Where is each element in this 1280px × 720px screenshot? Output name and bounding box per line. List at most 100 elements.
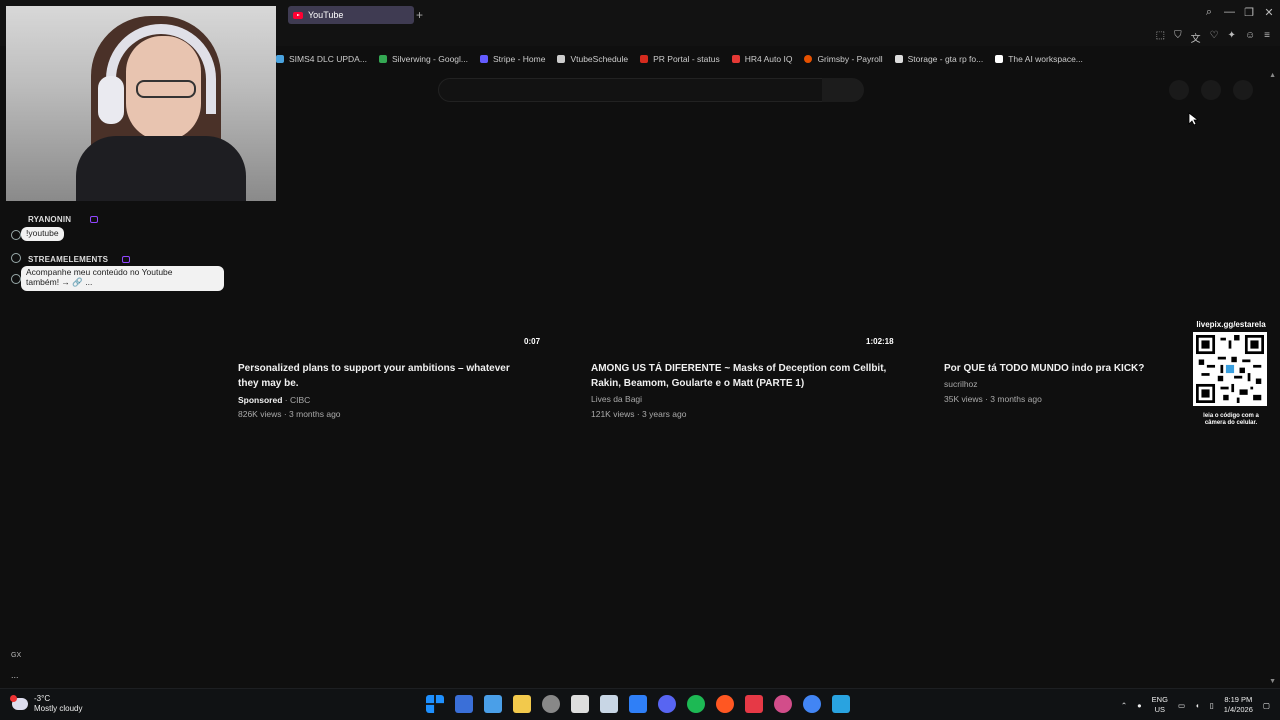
temperature: -3°C — [34, 694, 51, 703]
bookmark-item[interactable]: The AI workspace... — [995, 54, 1083, 64]
app-icon[interactable] — [832, 695, 850, 713]
bookmark-favicon-icon — [894, 55, 903, 63]
app-icon[interactable] — [542, 695, 560, 713]
network-icon[interactable]: ▭ — [1178, 701, 1185, 710]
youtube-logo-icon — [293, 11, 303, 19]
history-icon[interactable] — [11, 230, 21, 240]
search-icon[interactable]: ⌕ — [1204, 6, 1214, 19]
chat-badge-icon — [90, 216, 98, 223]
chat-username: STREAMELEMENTS — [28, 255, 109, 264]
search-button[interactable] — [822, 78, 864, 102]
app-icon[interactable] — [629, 695, 647, 713]
bookmark-item[interactable]: SIMS4 DLC UPDA... — [276, 54, 367, 64]
scroll-up-icon[interactable]: ▲ — [1269, 72, 1276, 79]
video-channel[interactable]: Lives da Bagi — [591, 392, 642, 407]
app-icon[interactable] — [484, 695, 502, 713]
opera-gx-icon[interactable] — [774, 695, 792, 713]
extensions-icon[interactable]: ✦ — [1228, 30, 1236, 45]
qr-overlay: livepix.gg/estarela leia o código com a … — [1193, 320, 1269, 427]
bookmark-favicon-icon — [995, 55, 1004, 63]
app-icon[interactable] — [455, 695, 473, 713]
bookmark-favicon-icon — [804, 55, 813, 63]
settings-icon[interactable] — [11, 274, 21, 284]
weather-condition: Mostly cloudy — [34, 704, 83, 713]
file-explorer-icon[interactable] — [513, 695, 531, 713]
video-title[interactable]: Personalized plans to support your ambit… — [238, 362, 568, 391]
chat-username: RYANONIN — [28, 215, 72, 224]
star-icon[interactable] — [11, 253, 21, 263]
start-icon[interactable] — [426, 695, 444, 713]
heart-icon[interactable]: ♡ — [1210, 30, 1219, 45]
clock[interactable]: 8:19 PM 1/4/2026 — [1224, 695, 1253, 715]
video-stats: 121K views · 3 years ago — [591, 409, 687, 419]
microphone-icon[interactable]: ● — [1137, 701, 1142, 710]
taskbar: -3°C Mostly cloudy ⌃ ● ENG US ▭ ◖ ▯ 8:19… — [0, 688, 1280, 720]
bookmark-favicon-icon — [640, 55, 649, 63]
window-controls: ⌕ — ❐ ✕ — [1204, 6, 1274, 19]
snapshot-icon[interactable]: ⬚ — [1156, 30, 1165, 45]
video-title[interactable]: Por QUE tá TODO MUNDO indo pra KICK? — [944, 362, 1184, 377]
chrome-icon[interactable] — [803, 695, 821, 713]
cloud-icon — [10, 695, 28, 710]
toolbar-icons: ⬚ ⛉ 文 ♡ ✦ ☺ ≡ — [1156, 30, 1270, 45]
create-icon[interactable] — [1169, 80, 1189, 100]
bookmark-item[interactable]: Storage - gta rp fo... — [894, 54, 983, 64]
bookmark-item[interactable]: Grimsby - Payroll — [804, 54, 883, 64]
translate-icon[interactable]: 文 — [1191, 30, 1201, 45]
profile-icon[interactable]: ☺ — [1245, 30, 1255, 45]
taskbar-apps — [426, 695, 850, 713]
search-input[interactable] — [438, 78, 823, 102]
scroll-down-icon[interactable]: ▼ — [1269, 678, 1276, 685]
discord-icon[interactable] — [658, 695, 676, 713]
steam-icon[interactable] — [600, 695, 618, 713]
bookmark-item[interactable]: HR4 Auto IQ — [731, 54, 792, 64]
chevron-up-icon[interactable]: ⌃ — [1121, 701, 1127, 710]
menu-icon[interactable]: ≡ — [1264, 30, 1270, 45]
bookmark-favicon-icon — [480, 55, 488, 63]
volume-icon[interactable]: ◖ — [1195, 701, 1200, 710]
qr-label: livepix.gg/estarela — [1196, 320, 1266, 329]
system-tray: ⌃ ● ENG US ▭ ◖ ▯ 8:19 PM 1/4/2026 ▢ — [1121, 695, 1270, 715]
mouse-cursor-icon — [1188, 112, 1198, 126]
bookmark-item[interactable]: Stripe - Home — [480, 54, 545, 64]
app-icon[interactable] — [571, 695, 589, 713]
weather-widget[interactable]: -3°C Mostly cloudy — [10, 694, 83, 714]
bookmark-item[interactable]: PR Portal - status — [640, 54, 720, 64]
chat-message: !youtube — [21, 227, 64, 241]
bookmark-item[interactable]: Silverwing - Googl... — [378, 54, 468, 64]
new-tab-button[interactable]: + — [416, 8, 423, 22]
qr-code-icon — [1193, 332, 1267, 406]
more-icon[interactable]: ... — [11, 670, 19, 680]
notification-icon[interactable]: ▢ — [1263, 701, 1270, 710]
alert-badge — [10, 695, 17, 702]
shield-icon[interactable]: ⛉ — [1174, 30, 1182, 45]
avatar[interactable] — [1233, 80, 1253, 100]
bookmark-favicon-icon — [557, 55, 566, 63]
tab-youtube[interactable]: YouTube — [288, 6, 414, 24]
video-stats: 35K views · 3 months ago — [944, 394, 1042, 404]
restore-icon[interactable]: ❐ — [1244, 6, 1254, 19]
chat-message: Acompanhe meu conteúdo no Youtube também… — [21, 266, 224, 291]
video-duration: 0:07 — [524, 337, 541, 346]
language-indicator[interactable]: ENG US — [1152, 695, 1168, 715]
app-icon[interactable] — [716, 695, 734, 713]
video-channel[interactable]: Sponsored · CIBC — [238, 393, 310, 408]
video-stats: 826K views · 3 months ago — [238, 409, 341, 419]
chat-badge-icon — [122, 256, 130, 263]
battery-icon[interactable]: ▯ — [1210, 701, 1214, 710]
sponsored-label: Sponsored — [238, 395, 283, 405]
notifications-icon[interactable] — [1201, 80, 1221, 100]
app-icon[interactable] — [745, 695, 763, 713]
video-channel[interactable]: sucrilhoz — [944, 377, 978, 392]
close-icon[interactable]: ✕ — [1264, 6, 1274, 19]
video-title[interactable]: AMONG US TÁ DIFERENTE ~ Masks of Decepti… — [591, 362, 921, 391]
gx-label[interactable]: GX — [11, 652, 21, 659]
spotify-icon[interactable] — [687, 695, 705, 713]
bookmark-favicon-icon — [731, 55, 740, 63]
tab-title: YouTube — [308, 10, 344, 20]
bookmark-item[interactable]: VtubeSchedule — [557, 54, 628, 64]
video-duration: 1:02:18 — [866, 337, 894, 346]
minimize-icon[interactable]: — — [1224, 6, 1235, 19]
webcam-overlay — [6, 6, 276, 201]
bookmark-favicon-icon — [276, 55, 284, 63]
